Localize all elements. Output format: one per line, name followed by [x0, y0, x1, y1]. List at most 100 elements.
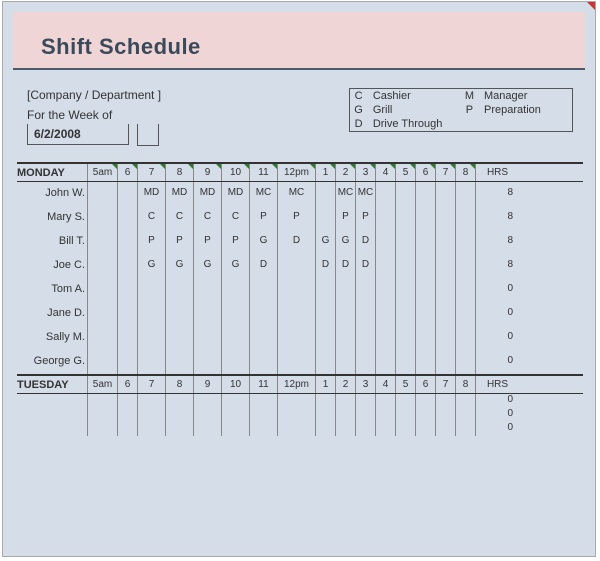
- shift-cell[interactable]: [117, 206, 137, 230]
- shift-cell[interactable]: [435, 394, 455, 408]
- shift-cell[interactable]: [117, 326, 137, 350]
- shift-cell[interactable]: [355, 350, 375, 374]
- shift-cell[interactable]: [355, 408, 375, 422]
- shift-cell[interactable]: [221, 422, 249, 436]
- shift-cell[interactable]: [375, 254, 395, 278]
- shift-cell[interactable]: [221, 408, 249, 422]
- shift-cell[interactable]: [375, 278, 395, 302]
- shift-cell[interactable]: [249, 302, 277, 326]
- shift-cell[interactable]: [117, 408, 137, 422]
- date-picker-button[interactable]: [137, 124, 159, 146]
- shift-cell[interactable]: [455, 302, 475, 326]
- shift-cell[interactable]: P: [249, 206, 277, 230]
- shift-cell[interactable]: [315, 278, 335, 302]
- shift-cell[interactable]: [375, 422, 395, 436]
- shift-cell[interactable]: [395, 326, 415, 350]
- shift-cell[interactable]: [117, 394, 137, 408]
- shift-cell[interactable]: [249, 350, 277, 374]
- shift-cell[interactable]: G: [137, 254, 165, 278]
- shift-cell[interactable]: [117, 422, 137, 436]
- shift-cell[interactable]: P: [355, 206, 375, 230]
- shift-cell[interactable]: [415, 422, 435, 436]
- shift-cell[interactable]: [455, 408, 475, 422]
- shift-cell[interactable]: [355, 278, 375, 302]
- shift-cell[interactable]: [335, 394, 355, 408]
- shift-cell[interactable]: [335, 350, 355, 374]
- shift-cell[interactable]: [395, 394, 415, 408]
- shift-cell[interactable]: [87, 278, 117, 302]
- shift-cell[interactable]: [165, 408, 193, 422]
- shift-cell[interactable]: [455, 182, 475, 206]
- shift-cell[interactable]: [193, 350, 221, 374]
- shift-cell[interactable]: [395, 302, 415, 326]
- shift-cell[interactable]: [455, 254, 475, 278]
- shift-cell[interactable]: [435, 230, 455, 254]
- shift-cell[interactable]: [137, 408, 165, 422]
- shift-cell[interactable]: [375, 408, 395, 422]
- shift-cell[interactable]: [87, 254, 117, 278]
- shift-cell[interactable]: [455, 278, 475, 302]
- shift-cell[interactable]: [355, 422, 375, 436]
- shift-cell[interactable]: [395, 182, 415, 206]
- shift-cell[interactable]: [455, 394, 475, 408]
- shift-cell[interactable]: [117, 350, 137, 374]
- shift-cell[interactable]: [87, 422, 117, 436]
- shift-cell[interactable]: [249, 408, 277, 422]
- shift-cell[interactable]: [435, 206, 455, 230]
- shift-cell[interactable]: [315, 206, 335, 230]
- shift-cell[interactable]: [375, 350, 395, 374]
- shift-cell[interactable]: [435, 408, 455, 422]
- shift-cell[interactable]: [335, 278, 355, 302]
- shift-cell[interactable]: [455, 206, 475, 230]
- shift-cell[interactable]: [137, 394, 165, 408]
- shift-cell[interactable]: D: [277, 230, 315, 254]
- shift-cell[interactable]: [335, 408, 355, 422]
- shift-cell[interactable]: [87, 350, 117, 374]
- shift-cell[interactable]: [395, 350, 415, 374]
- shift-cell[interactable]: [435, 254, 455, 278]
- shift-cell[interactable]: [117, 278, 137, 302]
- shift-cell[interactable]: [315, 408, 335, 422]
- shift-cell[interactable]: MD: [221, 182, 249, 206]
- shift-cell[interactable]: G: [315, 230, 335, 254]
- shift-cell[interactable]: [249, 394, 277, 408]
- shift-cell[interactable]: [87, 408, 117, 422]
- shift-cell[interactable]: [415, 302, 435, 326]
- shift-cell[interactable]: [221, 394, 249, 408]
- shift-cell[interactable]: MD: [137, 182, 165, 206]
- shift-cell[interactable]: [315, 302, 335, 326]
- shift-cell[interactable]: G: [221, 254, 249, 278]
- shift-cell[interactable]: [193, 394, 221, 408]
- shift-cell[interactable]: C: [137, 206, 165, 230]
- shift-cell[interactable]: [455, 326, 475, 350]
- shift-cell[interactable]: [395, 254, 415, 278]
- shift-cell[interactable]: [117, 182, 137, 206]
- shift-cell[interactable]: [455, 230, 475, 254]
- shift-cell[interactable]: D: [355, 254, 375, 278]
- shift-cell[interactable]: [435, 422, 455, 436]
- shift-cell[interactable]: [375, 302, 395, 326]
- shift-cell[interactable]: P: [193, 230, 221, 254]
- shift-cell[interactable]: [415, 350, 435, 374]
- shift-cell[interactable]: [221, 278, 249, 302]
- shift-cell[interactable]: [415, 326, 435, 350]
- shift-cell[interactable]: [277, 326, 315, 350]
- shift-cell[interactable]: [117, 254, 137, 278]
- shift-cell[interactable]: D: [355, 230, 375, 254]
- shift-cell[interactable]: [315, 422, 335, 436]
- shift-cell[interactable]: C: [221, 206, 249, 230]
- shift-cell[interactable]: [137, 326, 165, 350]
- shift-cell[interactable]: [355, 302, 375, 326]
- shift-cell[interactable]: MC: [355, 182, 375, 206]
- shift-cell[interactable]: [375, 394, 395, 408]
- shift-cell[interactable]: C: [165, 206, 193, 230]
- shift-cell[interactable]: [221, 302, 249, 326]
- shift-cell[interactable]: [193, 278, 221, 302]
- shift-cell[interactable]: [165, 302, 193, 326]
- shift-cell[interactable]: G: [193, 254, 221, 278]
- shift-cell[interactable]: [315, 326, 335, 350]
- shift-cell[interactable]: [375, 206, 395, 230]
- shift-cell[interactable]: [165, 326, 193, 350]
- shift-cell[interactable]: [165, 422, 193, 436]
- shift-cell[interactable]: [395, 230, 415, 254]
